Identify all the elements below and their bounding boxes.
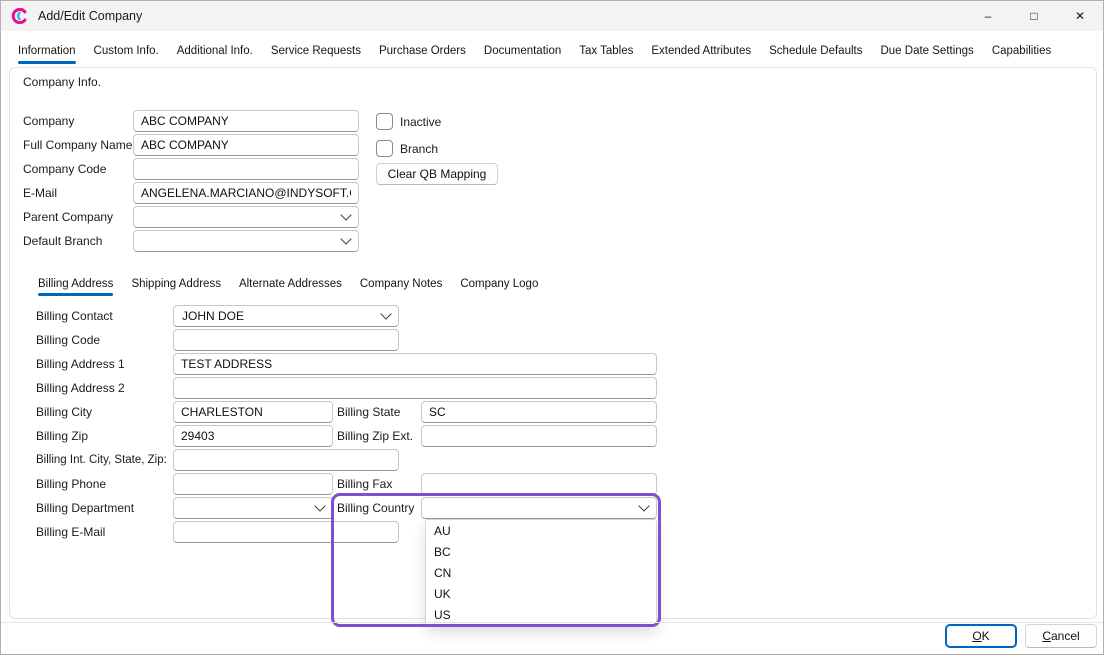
- tab-extended-attributes[interactable]: Extended Attributes: [642, 37, 760, 65]
- titlebar: Add/Edit Company – □ ✕: [1, 1, 1103, 31]
- app-logo-icon: [11, 7, 29, 25]
- tab-alternate-addresses[interactable]: Alternate Addresses: [230, 271, 351, 297]
- tab-billing-address[interactable]: Billing Address: [29, 271, 122, 297]
- chevron-down-icon: [380, 308, 391, 319]
- country-dropdown-list: AU BC CN UK US: [425, 519, 657, 626]
- parent-company-label: Parent Company: [23, 206, 113, 228]
- clear-qb-mapping-button[interactable]: Clear QB Mapping: [376, 163, 498, 185]
- billing-email-label: Billing E-Mail: [36, 521, 105, 543]
- company-info-group-label: Company Info.: [23, 71, 101, 93]
- tab-due-date-settings[interactable]: Due Date Settings: [871, 37, 982, 65]
- tab-company-notes[interactable]: Company Notes: [351, 271, 451, 297]
- ok-button[interactable]: OK: [945, 624, 1017, 648]
- close-icon: ✕: [1075, 9, 1085, 23]
- billing-fax-input[interactable]: [421, 473, 657, 495]
- maximize-icon: □: [1030, 9, 1037, 23]
- tab-tax-tables[interactable]: Tax Tables: [570, 37, 642, 65]
- default-branch-select[interactable]: [133, 230, 359, 252]
- country-option-cn[interactable]: CN: [426, 563, 656, 584]
- tab-service-requests[interactable]: Service Requests: [262, 37, 370, 65]
- billing-zip-label: Billing Zip: [36, 425, 88, 447]
- tab-company-logo[interactable]: Company Logo: [451, 271, 547, 297]
- close-button[interactable]: ✕: [1057, 1, 1103, 31]
- billing-fax-label: Billing Fax: [337, 473, 392, 495]
- maximize-button[interactable]: □: [1011, 1, 1057, 31]
- billing-department-label: Billing Department: [36, 497, 134, 519]
- chevron-down-icon: [638, 500, 649, 511]
- billing-department-select[interactable]: [173, 497, 333, 519]
- billing-country-select[interactable]: [421, 497, 657, 519]
- full-company-name-input[interactable]: [133, 134, 359, 156]
- window-controls: – □ ✕: [965, 1, 1103, 31]
- tab-schedule-defaults[interactable]: Schedule Defaults: [760, 37, 871, 65]
- billing-address1-input[interactable]: [173, 353, 657, 375]
- tab-information[interactable]: Information: [9, 37, 85, 65]
- chevron-down-icon: [340, 233, 351, 244]
- address-tabstrip: Billing Address Shipping Address Alterna…: [29, 271, 547, 297]
- billing-country-label: Billing Country: [337, 497, 414, 519]
- billing-address1-label: Billing Address 1: [36, 353, 125, 375]
- country-option-bc[interactable]: BC: [426, 542, 656, 563]
- chevron-down-icon: [340, 209, 351, 220]
- window-title: Add/Edit Company: [38, 9, 142, 23]
- billing-phone-input[interactable]: [173, 473, 333, 495]
- billing-state-input[interactable]: [421, 401, 657, 423]
- billing-zip-input[interactable]: [173, 425, 333, 447]
- tab-purchase-orders[interactable]: Purchase Orders: [370, 37, 475, 65]
- tab-custom-info[interactable]: Custom Info.: [85, 37, 168, 65]
- billing-intl-city-state-zip-label: Billing Int. City, State, Zip:: [36, 449, 167, 471]
- company-input[interactable]: [133, 110, 359, 132]
- country-option-uk[interactable]: UK: [426, 584, 656, 605]
- tab-additional-info[interactable]: Additional Info.: [168, 37, 262, 65]
- billing-intl-city-state-zip-input[interactable]: [173, 449, 399, 471]
- billing-city-input[interactable]: [173, 401, 333, 423]
- billing-email-input[interactable]: [173, 521, 399, 543]
- full-company-name-label: Full Company Name: [23, 134, 132, 156]
- billing-code-input[interactable]: [173, 329, 399, 351]
- company-label: Company: [23, 110, 74, 132]
- add-edit-company-dialog: Add/Edit Company – □ ✕ Information Custo…: [0, 0, 1104, 655]
- chevron-down-icon: [314, 500, 325, 511]
- billing-contact-label: Billing Contact: [36, 305, 113, 327]
- email-input[interactable]: [133, 182, 359, 204]
- inactive-checkbox[interactable]: [376, 113, 393, 130]
- tab-shipping-address[interactable]: Shipping Address: [122, 271, 230, 297]
- billing-address2-label: Billing Address 2: [36, 377, 125, 399]
- parent-company-select[interactable]: [133, 206, 359, 228]
- branch-checkbox[interactable]: [376, 140, 393, 157]
- main-tabstrip: Information Custom Info. Additional Info…: [9, 37, 1060, 65]
- minimize-button[interactable]: –: [965, 1, 1011, 31]
- billing-contact-select[interactable]: JOHN DOE: [173, 305, 399, 327]
- billing-state-label: Billing State: [337, 401, 400, 423]
- country-option-au[interactable]: AU: [426, 521, 656, 542]
- email-label: E-Mail: [23, 182, 57, 204]
- billing-city-label: Billing City: [36, 401, 92, 423]
- tab-capabilities[interactable]: Capabilities: [983, 37, 1060, 65]
- billing-zip-ext-label: Billing Zip Ext.: [337, 425, 413, 447]
- billing-zip-ext-input[interactable]: [421, 425, 657, 447]
- default-branch-label: Default Branch: [23, 230, 102, 252]
- inactive-label: Inactive: [400, 111, 441, 133]
- company-code-input[interactable]: [133, 158, 359, 180]
- branch-label: Branch: [400, 138, 438, 160]
- billing-address2-input[interactable]: [173, 377, 657, 399]
- tab-documentation[interactable]: Documentation: [475, 37, 570, 65]
- cancel-button[interactable]: Cancel: [1025, 624, 1097, 648]
- minimize-icon: –: [985, 9, 992, 23]
- billing-code-label: Billing Code: [36, 329, 100, 351]
- company-code-label: Company Code: [23, 158, 106, 180]
- footer-separator: [1, 622, 1104, 623]
- billing-phone-label: Billing Phone: [36, 473, 106, 495]
